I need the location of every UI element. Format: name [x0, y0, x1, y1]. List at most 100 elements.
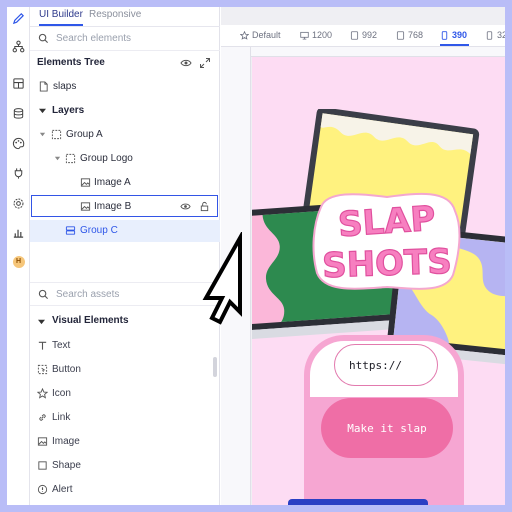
- phone-icon: [486, 30, 493, 40]
- breakpoint-label: 390: [452, 30, 468, 40]
- tab-responsive[interactable]: Responsive: [89, 9, 141, 20]
- canvas-area: Default 1200 992 768 390 320: [221, 7, 505, 505]
- canvas-viewport[interactable]: SLAP SHOTS https:// Make it slap: [252, 57, 505, 505]
- asset-alert[interactable]: Alert: [30, 479, 210, 501]
- breakpoint-label: 320: [497, 30, 505, 40]
- unlock-icon[interactable]: [199, 201, 210, 212]
- expand-icon[interactable]: [199, 57, 211, 69]
- breakpoint-label: 1200: [312, 30, 333, 40]
- group-icon: [65, 153, 76, 164]
- breakpoint-320[interactable]: 320: [485, 30, 505, 40]
- search-assets-placeholder: Search assets: [56, 288, 120, 300]
- alert-icon: [37, 484, 48, 495]
- caret-down-icon[interactable]: [54, 155, 61, 162]
- asset-button[interactable]: Button: [30, 359, 210, 381]
- asset-label: Image: [52, 436, 80, 447]
- tree-item-group-a[interactable]: Group A: [30, 124, 220, 146]
- phone-icon: [441, 30, 448, 40]
- asset-label: Link: [52, 412, 71, 423]
- eye-icon[interactable]: [180, 57, 192, 69]
- logo-line2: SHOTS: [322, 242, 453, 286]
- asset-text[interactable]: Text: [30, 335, 210, 357]
- search-icon: [38, 33, 49, 44]
- url-input[interactable]: https://: [334, 344, 438, 386]
- chart-icon[interactable]: [10, 224, 27, 241]
- tree-item-label: Image A: [94, 177, 131, 188]
- link-icon: [39, 414, 46, 421]
- breakpoint-768[interactable]: 768: [396, 30, 423, 40]
- caret-down-icon[interactable]: [39, 107, 46, 114]
- logo-line1: SLAP: [337, 199, 437, 246]
- breakpoint-label: 768: [408, 30, 424, 40]
- breakpoint-390[interactable]: 390: [440, 30, 470, 46]
- tree-item-image-b[interactable]: Image B: [31, 195, 218, 217]
- asset-label: Text: [52, 340, 71, 351]
- icon-rail: H: [7, 7, 30, 505]
- tree-item-label: slaps: [53, 81, 77, 92]
- database-icon[interactable]: [10, 105, 27, 122]
- palette-icon[interactable]: [10, 135, 27, 152]
- assets-scrollbar[interactable]: [213, 357, 217, 377]
- breakpoint-1200[interactable]: 1200: [300, 30, 332, 40]
- tree-item-image-a[interactable]: Image A: [30, 172, 220, 194]
- make-it-slap-button[interactable]: Make it slap: [321, 398, 453, 458]
- tree-item-slaps[interactable]: slaps: [30, 76, 220, 98]
- visual-elements-title: Visual Elements: [52, 315, 129, 326]
- elements-panel: UI Builder Responsive Search elements El…: [30, 7, 220, 505]
- tree-item-label: Group A: [66, 129, 103, 140]
- url-input-value: https://: [349, 359, 402, 372]
- tree-item-layers[interactable]: Layers: [30, 100, 220, 122]
- eye-icon[interactable]: [180, 201, 191, 212]
- gear-icon[interactable]: [10, 195, 27, 212]
- asset-label: Icon: [52, 388, 71, 399]
- breakpoint-label: Default: [252, 30, 281, 40]
- square-icon: [38, 461, 47, 470]
- monitor-icon: [300, 31, 309, 40]
- caret-down-icon[interactable]: [38, 318, 45, 325]
- asset-icon[interactable]: Icon: [30, 383, 210, 405]
- vertical-ruler: [221, 47, 251, 505]
- slap-shots-logo[interactable]: SLAP SHOTS: [307, 185, 467, 295]
- search-elements-placeholder: Search elements: [56, 33, 132, 44]
- footer-bar: [288, 499, 428, 505]
- search-assets[interactable]: Search assets: [30, 282, 220, 306]
- hierarchy-icon[interactable]: [10, 38, 27, 55]
- tree-item-label: Group C: [80, 225, 118, 236]
- pencil-icon[interactable]: [10, 10, 27, 27]
- asset-shape[interactable]: Shape: [30, 455, 210, 477]
- button-icon: [37, 364, 48, 375]
- tree-item-label: Layers: [52, 105, 85, 116]
- tab-ui-builder[interactable]: UI Builder: [39, 9, 83, 26]
- asset-link[interactable]: Link: [30, 407, 210, 429]
- plug-icon[interactable]: [10, 165, 27, 182]
- breakpoint-bar: Default 1200 992 768 390 320: [221, 25, 505, 47]
- image-icon: [80, 202, 91, 211]
- text-icon: [38, 341, 47, 350]
- caret-down-icon[interactable]: [39, 131, 46, 138]
- app-window: H UI Builder Responsive Search elements …: [7, 7, 505, 505]
- breakpoint-label: 992: [362, 30, 378, 40]
- tree-item-group-c[interactable]: Group C: [30, 220, 220, 242]
- star-icon: [37, 388, 48, 399]
- tablet-icon: [350, 30, 359, 40]
- stack-icon: [65, 226, 76, 235]
- make-it-slap-label: Make it slap: [347, 421, 427, 435]
- search-elements[interactable]: Search elements: [30, 27, 220, 51]
- asset-image[interactable]: Image: [30, 431, 210, 453]
- tree-item-group-logo[interactable]: Group Logo: [30, 148, 220, 170]
- h-badge-icon[interactable]: H: [10, 253, 27, 270]
- star-icon: [240, 30, 249, 40]
- breakpoint-default[interactable]: Default: [240, 30, 281, 40]
- layout-icon[interactable]: [10, 75, 27, 92]
- tablet-icon: [396, 30, 405, 40]
- breakpoint-992[interactable]: 992: [350, 30, 377, 40]
- search-icon: [38, 289, 49, 299]
- group-icon: [51, 129, 62, 140]
- asset-label: Shape: [52, 460, 81, 471]
- tree-item-label: Group Logo: [80, 153, 133, 164]
- panel-tabs: UI Builder Responsive: [30, 7, 220, 27]
- visual-elements-header[interactable]: Visual Elements: [30, 310, 220, 332]
- elements-tree-header: Elements Tree: [30, 52, 220, 74]
- asset-label: Alert: [52, 484, 73, 495]
- horizontal-ruler: [251, 47, 505, 57]
